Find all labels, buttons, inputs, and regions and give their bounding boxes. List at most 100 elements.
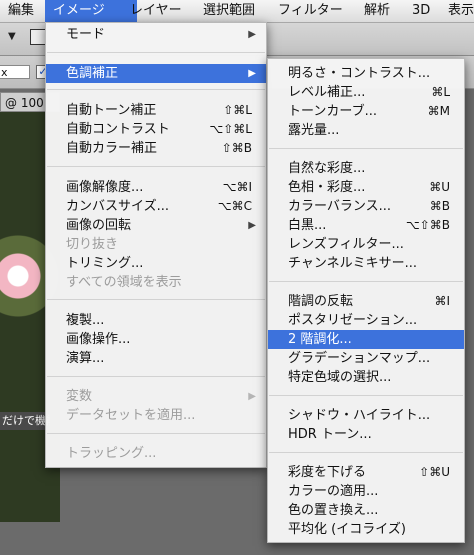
menu-item-equalize[interactable]: 平均化 (イコライズ) — [268, 520, 464, 539]
menu-item-gradient-map[interactable]: グラデーションマップ... — [268, 349, 464, 368]
menu-item-color-balance[interactable]: カラーバランス... ⌘B — [268, 197, 464, 216]
menu-separator — [47, 52, 265, 53]
menubar-analysis[interactable]: 解析 — [356, 0, 398, 22]
menu-item-label: トリミング... — [66, 256, 144, 271]
shortcut-label: ⌥⇧⌘B — [405, 218, 450, 232]
menu-item-label: 変数 — [66, 389, 93, 404]
menu-item-replace-color[interactable]: 色の置き換え... — [268, 501, 464, 520]
menu-item-photo-filter[interactable]: レンズフィルター... — [268, 235, 464, 254]
menu-item-shadows-highlights[interactable]: シャドウ・ハイライト... — [268, 406, 464, 425]
menu-item-crop: 切り抜き — [46, 235, 266, 254]
menu-item-auto-tone[interactable]: 自動トーン補正 ⇧⌘L — [46, 101, 266, 120]
menu-item-label: 露光量... — [288, 123, 340, 138]
menu-item-image-rotation[interactable]: 画像の回転 ▶ — [46, 216, 266, 235]
shortcut-label: ⌘U — [429, 180, 450, 194]
menu-item-label: カラーの適用... — [288, 484, 379, 499]
canvas-footer-text: だけで機能 — [0, 412, 50, 430]
menu-item-label: 階調の反転 — [288, 294, 354, 309]
menu-bar: 編集 イメージ レイヤー 選択範囲 フィルター 解析 3D 表示 — [0, 0, 474, 23]
menu-item-hdr-toning[interactable]: HDR トーン... — [268, 425, 464, 444]
menu-separator — [47, 376, 265, 377]
menu-item-label: 平均化 (イコライズ) — [288, 522, 406, 537]
menu-separator — [269, 281, 463, 282]
menubar-view[interactable]: 表示 — [440, 0, 474, 22]
menu-separator — [47, 433, 265, 434]
menu-item-label: HDR トーン... — [288, 427, 372, 442]
menu-item-auto-color[interactable]: 自動カラー補正 ⇧⌘B — [46, 139, 266, 158]
menu-separator — [47, 89, 265, 90]
menu-item-auto-contrast[interactable]: 自動コントラスト ⌥⇧⌘L — [46, 120, 266, 139]
menu-item-canvas-size[interactable]: カンバスサイズ... ⌥⌘C — [46, 197, 266, 216]
menu-item-label: カンバスサイズ... — [66, 199, 170, 214]
tool-preset-icon[interactable] — [30, 29, 46, 45]
menu-item-trap: トラッピング... — [46, 444, 266, 463]
shortcut-label: ⌘L — [431, 85, 450, 99]
menu-item-label: 色調補正 — [66, 66, 119, 81]
menu-item-duplicate[interactable]: 複製... — [46, 311, 266, 330]
menu-item-black-white[interactable]: 白黒... ⌥⇧⌘B — [268, 216, 464, 235]
menu-item-adjustments[interactable]: 色調補正 ▶ — [46, 64, 266, 83]
menu-item-label: モード — [66, 27, 106, 42]
menu-item-posterize[interactable]: ポスタリゼーション... — [268, 311, 464, 330]
menu-item-desaturate[interactable]: 彩度を下げる ⇧⌘U — [268, 463, 464, 482]
menu-item-invert[interactable]: 階調の反転 ⌘I — [268, 292, 464, 311]
menu-item-label: 自動カラー補正 — [66, 141, 158, 156]
options-input-field[interactable]: x — [0, 65, 30, 79]
menu-item-label: ポスタリゼーション... — [288, 313, 418, 328]
menu-item-vibrance[interactable]: 自然な彩度... — [268, 159, 464, 178]
menu-item-apply-image[interactable]: 画像操作... — [46, 330, 266, 349]
menu-separator — [47, 166, 265, 167]
menu-item-label: トラッピング... — [66, 446, 157, 461]
menu-item-image-size[interactable]: 画像解像度... ⌥⌘I — [46, 178, 266, 197]
menu-item-levels[interactable]: レベル補正... ⌘L — [268, 83, 464, 102]
menu-separator — [47, 299, 265, 300]
menu-separator — [269, 395, 463, 396]
menu-item-label: すべての領域を表示 — [66, 275, 182, 290]
menu-item-label: 彩度を下げる — [288, 465, 367, 480]
shortcut-label: ⌘M — [427, 104, 450, 118]
menu-item-label: カラーバランス... — [288, 199, 392, 214]
shortcut-label: ⌥⇧⌘L — [209, 122, 252, 136]
menu-item-label: 自動コントラスト — [66, 122, 170, 137]
menu-item-threshold[interactable]: 2 階調化... — [268, 330, 464, 349]
adjustments-submenu: 明るさ・コントラスト... レベル補正... ⌘L トーンカーブ... ⌘M 露光量… — [267, 58, 465, 543]
shortcut-label: ⇧⌘B — [221, 141, 252, 155]
menu-item-label: 切り抜き — [66, 237, 119, 252]
shortcut-label: ⌥⌘C — [217, 199, 252, 213]
menu-item-exposure[interactable]: 露光量... — [268, 121, 464, 140]
menubar-edit[interactable]: 編集 — [0, 0, 42, 22]
menu-item-label: 白黒... — [288, 218, 327, 233]
menubar-select[interactable]: 選択範囲 — [195, 0, 263, 22]
menu-item-label: 画像解像度... — [66, 180, 144, 195]
menu-item-match-color[interactable]: カラーの適用... — [268, 482, 464, 501]
menu-item-mode[interactable]: モード ▶ — [46, 25, 266, 44]
menu-item-label: レンズフィルター... — [288, 237, 404, 252]
menu-item-label: 自然な彩度... — [288, 161, 366, 176]
shortcut-label: ⌥⌘I — [222, 180, 252, 194]
menubar-layer[interactable]: レイヤー — [122, 0, 190, 22]
menu-item-channel-mixer[interactable]: チャンネルミキサー... — [268, 254, 464, 273]
menu-item-label: シャドウ・ハイライト... — [288, 408, 431, 423]
menu-item-label: 明るさ・コントラスト... — [288, 66, 431, 81]
tool-preset-dropdown[interactable]: ▼ — [8, 31, 16, 42]
menubar-3d[interactable]: 3D — [404, 0, 438, 22]
shortcut-label: ⌘B — [429, 199, 450, 213]
menu-item-apply-data-set: データセットを適用... — [46, 406, 266, 425]
menu-item-trim[interactable]: トリミング... — [46, 254, 266, 273]
submenu-arrow-icon: ▶ — [248, 220, 256, 231]
menu-item-curves[interactable]: トーンカーブ... ⌘M — [268, 102, 464, 121]
menu-separator — [269, 148, 463, 149]
menu-item-hue-saturation[interactable]: 色相・彩度... ⌘U — [268, 178, 464, 197]
menu-item-label: 特定色域の選択... — [288, 370, 392, 385]
image-menu: モード ▶ 色調補正 ▶ 自動トーン補正 ⇧⌘L 自動コントラスト ⌥⇧⌘L 自動カラー… — [45, 22, 267, 468]
menu-item-brightness-contrast[interactable]: 明るさ・コントラスト... — [268, 64, 464, 83]
menu-item-calculations[interactable]: 演算... — [46, 349, 266, 368]
menubar-filter[interactable]: フィルター — [270, 0, 351, 22]
menu-item-label: グラデーションマップ... — [288, 351, 431, 366]
menu-item-selective-color[interactable]: 特定色域の選択... — [268, 368, 464, 387]
menu-item-label: 画像の回転 — [66, 218, 132, 233]
menu-item-label: 演算... — [66, 351, 105, 366]
menu-item-reveal-all: すべての領域を表示 — [46, 273, 266, 292]
shortcut-label: ⌘I — [434, 294, 450, 308]
menu-item-label: トーンカーブ... — [288, 104, 377, 119]
